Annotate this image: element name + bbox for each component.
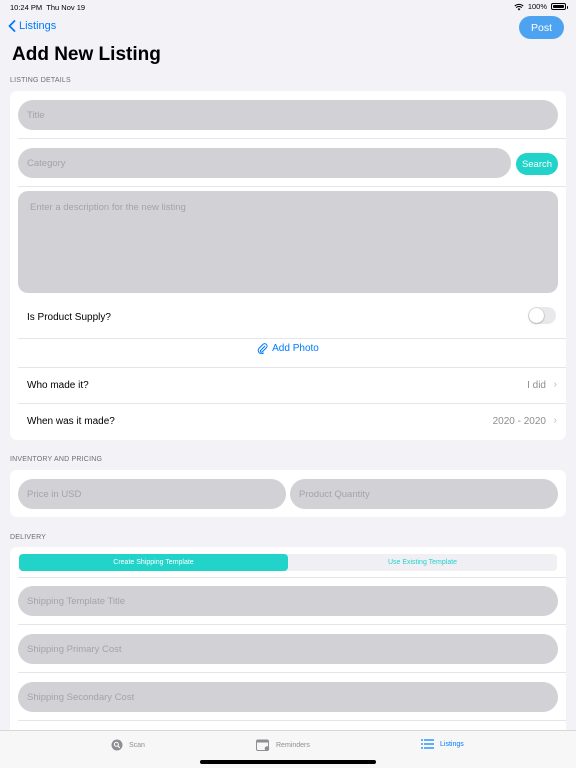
divider (18, 720, 566, 721)
chevron-right-icon: › (553, 415, 557, 426)
tab-bar: Scan Reminders Listings (0, 730, 576, 768)
divider (18, 624, 566, 625)
listing-details-header: LISTING DETAILS (10, 77, 71, 84)
who-made-label: Who made it? (27, 380, 89, 391)
divider (18, 672, 566, 673)
battery-percent: 100% (527, 2, 547, 11)
segment-existing-template[interactable]: Use Existing Template (288, 554, 557, 571)
category-input[interactable] (18, 148, 511, 178)
tab-listings[interactable]: Listings (421, 739, 464, 749)
divider (18, 338, 566, 339)
tab-scan-label: Scan (129, 741, 145, 749)
add-photo-button[interactable]: Add Photo (10, 343, 566, 354)
chevron-right-icon: › (553, 379, 557, 390)
battery-level (553, 5, 564, 8)
search-button[interactable]: Search (516, 153, 558, 175)
chevron-left-icon (8, 20, 16, 32)
shipping-primary-cost-input[interactable] (18, 634, 558, 664)
list-icon (421, 739, 434, 749)
divider (18, 403, 566, 404)
status-bar: 10:24 PM Thu Nov 19 100% (0, 0, 576, 14)
post-button[interactable]: Post (519, 16, 564, 39)
tab-reminders-label: Reminders (276, 741, 310, 749)
description-input[interactable] (18, 191, 558, 293)
title-input[interactable] (18, 100, 558, 130)
price-input[interactable] (18, 479, 286, 509)
segment-create-template[interactable]: Create Shipping Template (19, 554, 288, 571)
delivery-header: DELIVERY (10, 534, 47, 541)
page-title: Add New Listing (12, 44, 161, 65)
magnifier-icon (111, 739, 123, 751)
toggle-knob (529, 308, 544, 323)
status-time: 10:24 PM Thu Nov 19 (10, 3, 85, 12)
delivery-card: Create Shipping Template Use Existing Te… (10, 547, 566, 737)
home-indicator (200, 760, 376, 764)
back-button[interactable]: Listings (8, 20, 56, 32)
status-clock: 10:24 PM (10, 3, 43, 12)
product-supply-label: Is Product Supply? (27, 312, 111, 323)
shipping-segmented-control: Create Shipping Template Use Existing Te… (19, 554, 557, 571)
divider (18, 186, 566, 187)
status-date: Thu Nov 19 (46, 3, 86, 12)
when-made-value: 2020 - 2020 (492, 416, 546, 427)
status-indicators: 100% (514, 2, 568, 11)
inventory-header: INVENTORY AND PRICING (10, 456, 103, 463)
inventory-card (10, 470, 566, 517)
back-button-label: Listings (19, 20, 57, 32)
battery-icon (551, 3, 568, 10)
product-supply-toggle[interactable] (528, 307, 556, 324)
tab-scan[interactable]: Scan (111, 739, 145, 751)
who-made-value: I did (527, 380, 546, 391)
wifi-icon (514, 3, 524, 10)
tab-reminders[interactable]: Reminders (256, 739, 310, 751)
divider (18, 367, 566, 368)
when-made-label: When was it made? (27, 416, 115, 427)
shipping-template-title-input[interactable] (18, 586, 558, 616)
calendar-icon (256, 739, 270, 751)
paperclip-icon (257, 343, 268, 354)
add-photo-label: Add Photo (272, 343, 319, 354)
divider (18, 138, 566, 139)
shipping-secondary-cost-input[interactable] (18, 682, 558, 712)
listing-details-card: Search Is Product Supply? Add Photo Who … (10, 91, 566, 440)
quantity-input[interactable] (290, 479, 558, 509)
tab-listings-label: Listings (440, 740, 464, 748)
divider (18, 577, 566, 578)
